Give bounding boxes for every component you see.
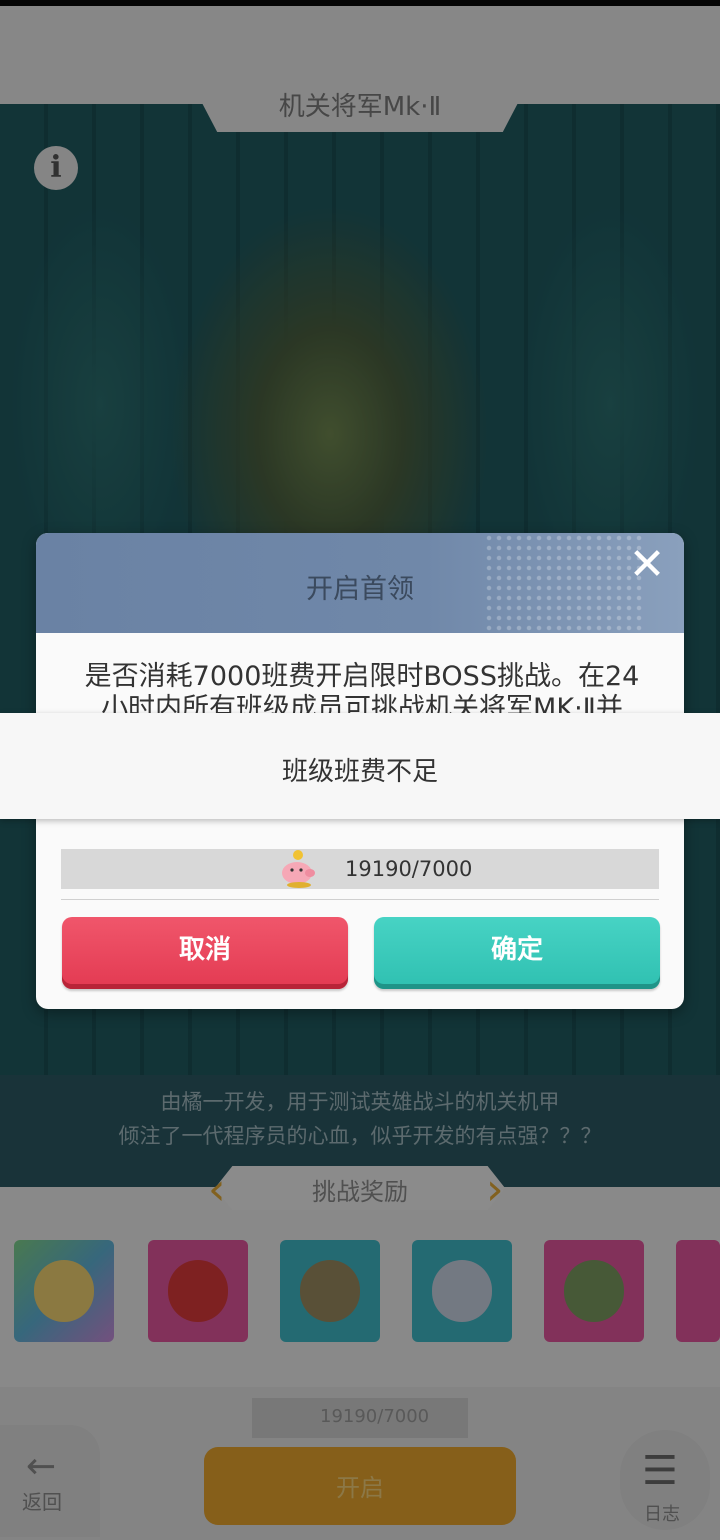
confirm-button[interactable]: 确定 [374, 917, 660, 989]
dialog-divider [61, 899, 659, 900]
dialog-header: 开启首领 ✕ [36, 533, 684, 633]
cancel-button[interactable]: 取消 [62, 917, 348, 989]
toast-message: 班级班费不足 [281, 757, 438, 787]
dialog-title: 开启首领 [306, 574, 414, 605]
toast-notification: 班级班费不足 [0, 713, 720, 819]
class-fund-value: 19190/7000 [345, 857, 473, 881]
class-fund-bar: 19190/7000 [61, 849, 659, 889]
piggy-bank-icon [282, 850, 315, 888]
close-icon[interactable]: ✕ [624, 543, 670, 589]
